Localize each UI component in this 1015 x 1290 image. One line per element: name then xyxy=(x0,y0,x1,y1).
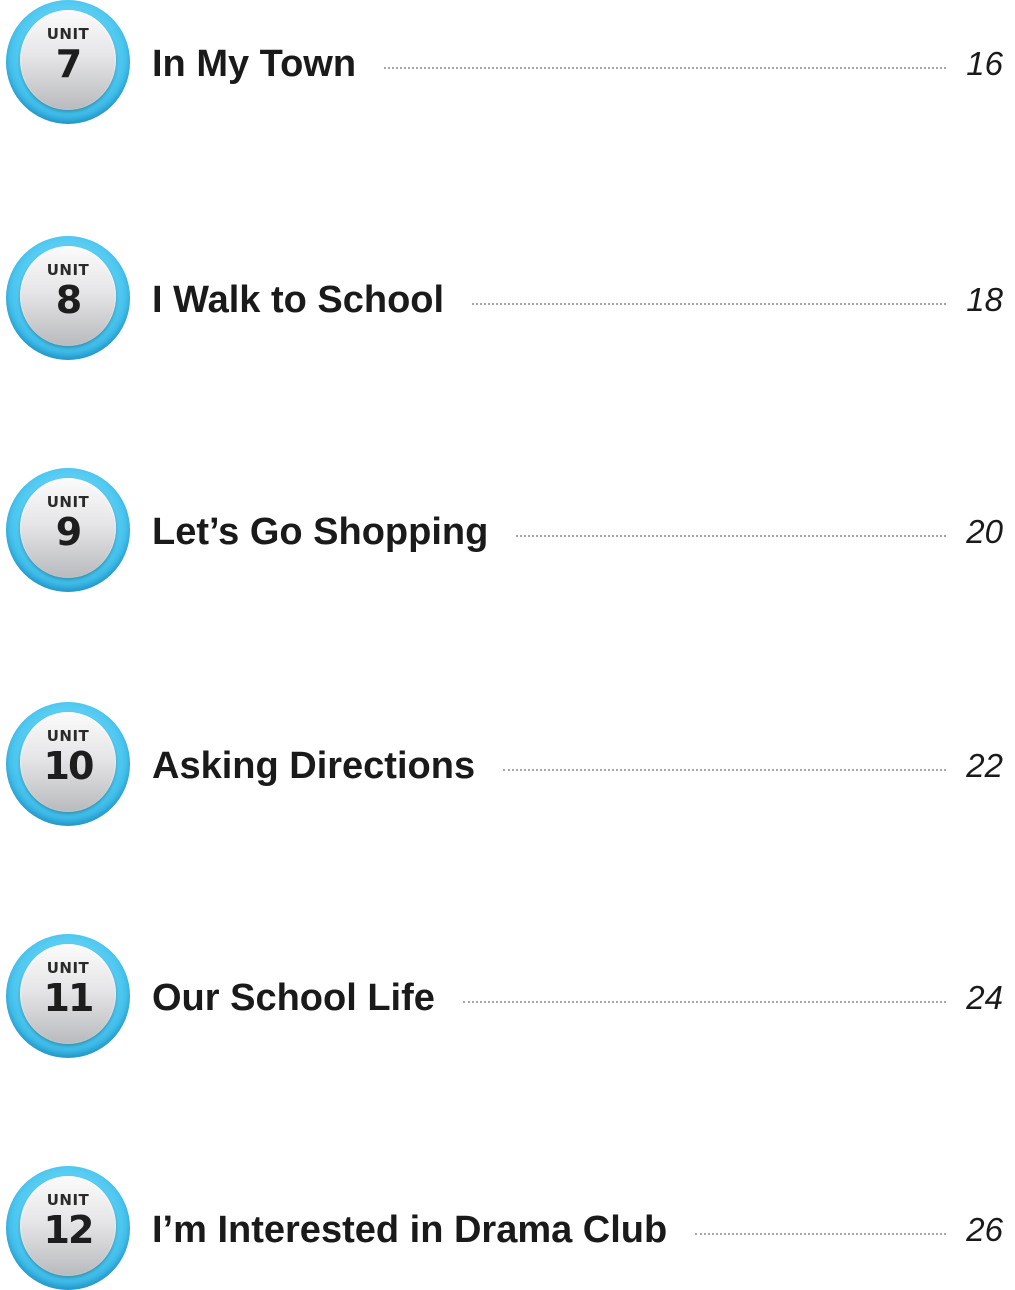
unit-title[interactable]: I Walk to School xyxy=(152,278,444,322)
dotted-leader xyxy=(695,1233,946,1235)
unit-badge-face: UNIT 8 xyxy=(20,246,116,346)
unit-badge-face: UNIT 12 xyxy=(20,1176,116,1276)
toc-row-unit-8[interactable]: UNIT 8 I Walk to School 18 xyxy=(0,236,1015,360)
unit-badge-face: UNIT 11 xyxy=(20,944,116,1044)
page-number: 22 xyxy=(966,747,1003,784)
unit-number: 9 xyxy=(55,510,82,554)
unit-title[interactable]: Asking Directions xyxy=(152,744,475,788)
unit-badge-face: UNIT 10 xyxy=(20,712,116,812)
page-number: 24 xyxy=(966,979,1003,1016)
toc-row-unit-12[interactable]: UNIT 12 I’m Interested in Drama Club 26 xyxy=(0,1166,1015,1290)
unit-label: UNIT xyxy=(46,493,90,511)
unit-title[interactable]: In My Town xyxy=(152,42,356,86)
unit-number: 7 xyxy=(55,42,82,86)
unit-title[interactable]: Let’s Go Shopping xyxy=(152,510,488,554)
dotted-leader xyxy=(503,769,946,771)
unit-number: 8 xyxy=(55,278,82,322)
page-number: 18 xyxy=(966,281,1003,318)
unit-number: 10 xyxy=(43,744,95,788)
unit-badge: UNIT 7 xyxy=(6,0,130,124)
unit-label: UNIT xyxy=(46,25,90,43)
toc-row-unit-7[interactable]: UNIT 7 In My Town 16 xyxy=(0,0,1015,124)
page-number: 20 xyxy=(966,513,1003,550)
unit-badge: UNIT 12 xyxy=(6,1166,130,1290)
unit-label: UNIT xyxy=(46,727,90,745)
unit-badge: UNIT 11 xyxy=(6,934,130,1058)
table-of-contents: UNIT 7 In My Town 16 UNIT 8 I Walk to Sc… xyxy=(0,0,1015,1290)
unit-title[interactable]: Our School Life xyxy=(152,976,435,1020)
unit-badge-face: UNIT 9 xyxy=(20,478,116,578)
dotted-leader xyxy=(472,303,946,305)
unit-label: UNIT xyxy=(46,1191,90,1209)
unit-number: 12 xyxy=(43,1208,95,1252)
dotted-leader xyxy=(384,67,946,69)
unit-number: 11 xyxy=(43,976,95,1020)
unit-title[interactable]: I’m Interested in Drama Club xyxy=(152,1208,667,1252)
page-number: 16 xyxy=(966,45,1003,82)
toc-row-unit-11[interactable]: UNIT 11 Our School Life 24 xyxy=(0,934,1015,1058)
unit-label: UNIT xyxy=(46,959,90,977)
toc-row-unit-9[interactable]: UNIT 9 Let’s Go Shopping 20 xyxy=(0,468,1015,592)
dotted-leader xyxy=(462,1001,946,1003)
unit-badge: UNIT 8 xyxy=(6,236,130,360)
toc-row-unit-10[interactable]: UNIT 10 Asking Directions 22 xyxy=(0,702,1015,826)
page-number: 26 xyxy=(966,1211,1003,1248)
unit-label: UNIT xyxy=(46,261,90,279)
unit-badge: UNIT 10 xyxy=(6,702,130,826)
unit-badge-face: UNIT 7 xyxy=(20,10,116,110)
unit-badge: UNIT 9 xyxy=(6,468,130,592)
dotted-leader xyxy=(516,535,946,537)
